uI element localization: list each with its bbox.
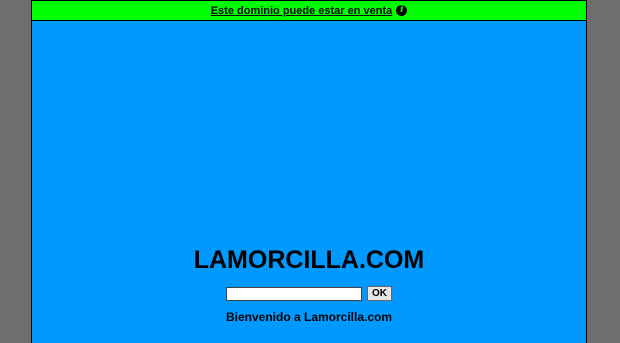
page-frame: Este dominio puede estar en venta i LAMO… xyxy=(31,0,587,343)
ok-button[interactable]: OK xyxy=(367,286,392,301)
search-input[interactable] xyxy=(226,286,362,301)
info-icon[interactable]: i xyxy=(396,5,408,16)
domain-for-sale-link[interactable]: Este dominio puede estar en venta xyxy=(211,5,393,17)
sale-banner: Este dominio puede estar en venta i xyxy=(32,0,586,21)
search-form: OK xyxy=(32,286,586,301)
welcome-text: Bienvenido a Lamorcilla.com xyxy=(225,310,393,324)
site-title: LAMORCILLA.COM xyxy=(193,246,425,274)
